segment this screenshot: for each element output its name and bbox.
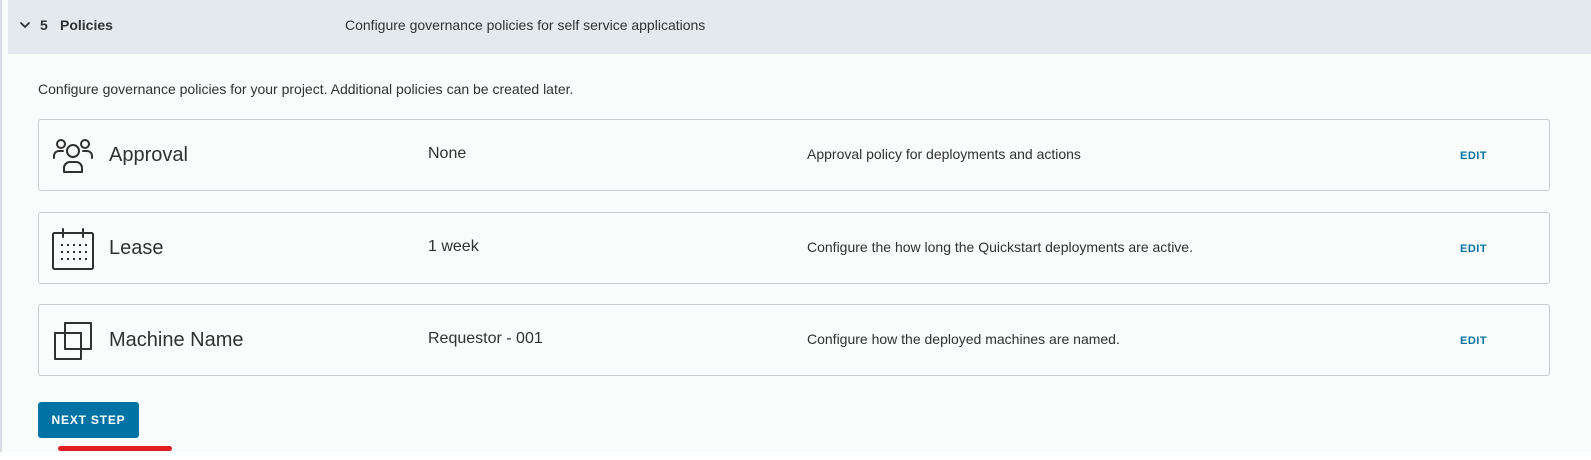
policy-name: Lease (109, 237, 164, 259)
policy-value: None (428, 145, 467, 162)
copy-boxes-icon (54, 322, 92, 360)
policy-name: Approval (109, 144, 188, 166)
policy-description: Configure the how long the Quickstart de… (807, 239, 1193, 255)
edit-lease-button[interactable]: EDIT (1460, 243, 1487, 255)
step-title: Policies (60, 17, 113, 33)
step-number: 5 (40, 17, 48, 33)
policy-card-machine-name: Machine Name Requestor - 001 Configure h… (38, 304, 1550, 376)
next-step-button[interactable]: NEXT STEP (38, 402, 139, 438)
chevron-down-icon[interactable] (18, 18, 32, 32)
step-header[interactable]: 5 Policies Configure governance policies… (8, 0, 1591, 54)
policy-description: Approval policy for deployments and acti… (807, 146, 1081, 162)
app-root: 5 Policies Configure governance policies… (0, 0, 1591, 460)
policy-card-lease: Lease 1 week Configure the how long the … (38, 212, 1550, 284)
step-description: Configure governance policies for self s… (345, 17, 706, 33)
policy-description: Configure how the deployed machines are … (807, 331, 1120, 347)
edit-approval-button[interactable]: EDIT (1460, 150, 1487, 162)
policy-card-approval: Approval None Approval policy for deploy… (38, 119, 1550, 191)
intro-text: Configure governance policies for your p… (38, 81, 574, 97)
policy-value: 1 week (428, 238, 479, 255)
highlight-underline (58, 446, 172, 451)
calendar-icon (52, 228, 94, 270)
policy-name: Machine Name (109, 329, 244, 351)
people-group-icon (53, 139, 93, 173)
step-panel: 5 Policies Configure governance policies… (0, 0, 1591, 452)
edit-machine-name-button[interactable]: EDIT (1460, 335, 1487, 347)
policy-value: Requestor - 001 (428, 330, 543, 347)
